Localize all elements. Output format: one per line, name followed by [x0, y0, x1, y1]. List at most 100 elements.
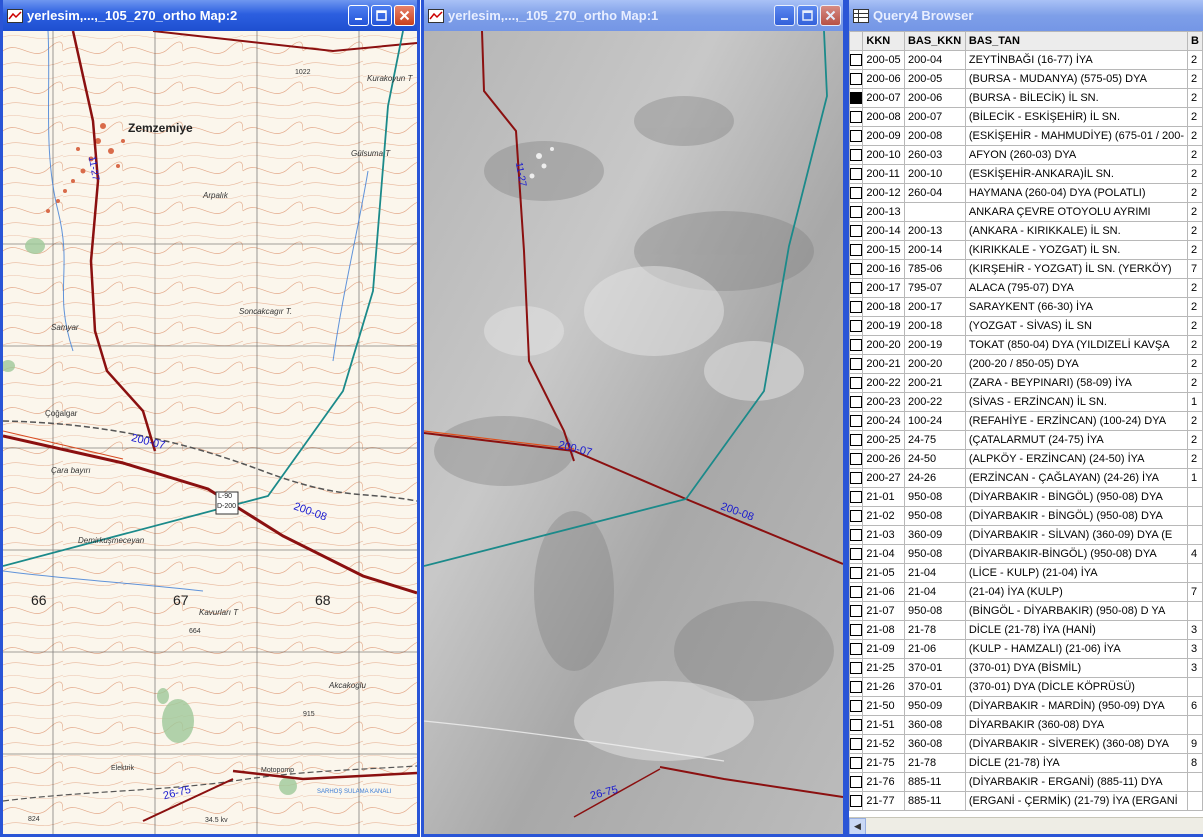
table-row[interactable]: 200-12 260-04 HAYMANA (260-04) DYA (POLATL…	[849, 183, 1203, 203]
row-selector[interactable]	[849, 392, 864, 412]
table-row[interactable]: 21-07 950-08 (BİNGÖL - DİYARBAKIR) (950-08…	[849, 601, 1203, 621]
row-checkbox[interactable]	[850, 453, 862, 466]
row-selector[interactable]	[849, 316, 864, 336]
row-checkbox[interactable]	[850, 73, 862, 86]
row-checkbox[interactable]	[850, 377, 862, 390]
row-checkbox[interactable]	[850, 54, 862, 67]
row-checkbox[interactable]	[850, 757, 862, 770]
table-row[interactable]: 200-18 200-17 SARAYKENT (66-30) İYA 2	[849, 297, 1203, 317]
minimize-button[interactable]	[348, 5, 369, 26]
row-checkbox[interactable]	[850, 320, 862, 333]
row-selector[interactable]	[849, 677, 864, 697]
table-row[interactable]: 200-19 200-18 (YOZGAT - SİVAS) İL SN 2	[849, 316, 1203, 336]
row-selector[interactable]	[849, 639, 864, 659]
table-row[interactable]: 200-13 ANKARA ÇEVRE OTOYOLU AYRIMI 2	[849, 202, 1203, 222]
row-checkbox[interactable]	[850, 795, 862, 808]
table-row[interactable]: 200-23 200-22 (SİVAS - ERZİNCAN) İL SN. 1	[849, 392, 1203, 412]
row-selector[interactable]	[849, 354, 864, 374]
table-row[interactable]: 200-09 200-08 (ESKİŞEHİR - MAHMUDİYE) (675…	[849, 126, 1203, 146]
table-row[interactable]: 21-03 360-09 (DİYARBAKIR - SİLVAN) (360-09…	[849, 525, 1203, 545]
maximize-button[interactable]	[797, 5, 818, 26]
map1-titlebar[interactable]: yerlesim,...,_105_270_ortho Map:1	[424, 0, 843, 31]
row-selector[interactable]	[849, 525, 864, 545]
row-checkbox[interactable]	[850, 510, 862, 523]
table-row[interactable]: 200-26 24-50 (ALPKÖY - ERZİNCAN) (24-50) İ…	[849, 449, 1203, 469]
map1-window[interactable]: yerlesim,...,_105_270_ortho Map:1 11-27 …	[421, 0, 846, 837]
close-button[interactable]	[820, 5, 841, 26]
browser-titlebar[interactable]: Query4 Browser	[849, 0, 1203, 31]
table-row[interactable]: 21-09 21-06 (KULP - HAMZALI) (21-06) İYA 3	[849, 639, 1203, 659]
query-browser-window[interactable]: Query4 Browser KKN BAS_KKN BAS_TAN B 200…	[846, 0, 1203, 837]
row-selector[interactable]	[849, 297, 864, 317]
horizontal-scrollbar[interactable]: ◀	[849, 817, 1203, 834]
row-checkbox[interactable]	[850, 681, 862, 694]
row-checkbox[interactable]	[850, 662, 862, 675]
row-checkbox[interactable]	[850, 643, 862, 656]
minimize-button[interactable]	[774, 5, 795, 26]
row-selector[interactable]	[849, 658, 864, 678]
row-checkbox[interactable]	[850, 700, 862, 713]
row-checkbox[interactable]	[850, 149, 862, 162]
row-selector[interactable]	[849, 506, 864, 526]
row-checkbox[interactable]	[850, 263, 862, 276]
row-checkbox[interactable]	[850, 719, 862, 732]
row-selector[interactable]	[849, 202, 864, 222]
row-selector[interactable]	[849, 221, 864, 241]
row-checkbox[interactable]	[850, 92, 862, 105]
table-row[interactable]: 200-05 200-04 ZEYTİNBAĞI (16-77) İYA 2	[849, 50, 1203, 70]
row-selector[interactable]	[849, 164, 864, 184]
row-selector[interactable]	[849, 88, 864, 108]
row-selector[interactable]	[849, 430, 864, 450]
table-row[interactable]: 200-27 24-26 (ERZİNCAN - ÇAĞLAYAN) (24-26)…	[849, 468, 1203, 488]
row-selector[interactable]	[849, 715, 864, 735]
table-row[interactable]: 21-51 360-08 DİYARBAKIR (360-08) DYA	[849, 715, 1203, 735]
row-selector[interactable]	[849, 487, 864, 507]
row-checkbox[interactable]	[850, 339, 862, 352]
row-selector[interactable]	[849, 696, 864, 716]
row-checkbox[interactable]	[850, 225, 862, 238]
row-checkbox[interactable]	[850, 491, 862, 504]
row-checkbox[interactable]	[850, 567, 862, 580]
row-selector[interactable]	[849, 183, 864, 203]
row-checkbox[interactable]	[850, 301, 862, 314]
table-row[interactable]: 200-25 24-75 (ÇATALARMUT (24-75) İYA 2	[849, 430, 1203, 450]
row-checkbox[interactable]	[850, 548, 862, 561]
table-row[interactable]: 21-25 370-01 (370-01) DYA (BİSMİL) 3	[849, 658, 1203, 678]
row-selector[interactable]	[849, 753, 864, 773]
row-checkbox[interactable]	[850, 605, 862, 618]
row-selector[interactable]	[849, 772, 864, 792]
row-selector[interactable]	[849, 69, 864, 89]
table-row[interactable]: 200-22 200-21 (ZARA - BEYPINARI) (58-09) İ…	[849, 373, 1203, 393]
table-row[interactable]: 21-77 885-11 (ERGANİ - ÇERMİK) (21-79) İYA…	[849, 791, 1203, 811]
row-selector[interactable]	[849, 145, 864, 165]
table-row[interactable]: 21-06 21-04 (21-04) İYA (KULP) 7	[849, 582, 1203, 602]
row-checkbox[interactable]	[850, 358, 862, 371]
row-checkbox[interactable]	[850, 434, 862, 447]
table-row[interactable]: 21-08 21-78 DİCLE (21-78) İYA (HANİ) 3	[849, 620, 1203, 640]
row-selector[interactable]	[849, 582, 864, 602]
row-checkbox[interactable]	[850, 472, 862, 485]
table-row[interactable]: 21-75 21-78 DİCLE (21-78) İYA 8	[849, 753, 1203, 773]
table-row[interactable]: 200-15 200-14 (KIRIKKALE - YOZGAT) İL SN. 2	[849, 240, 1203, 260]
table-row[interactable]: 21-05 21-04 (LİCE - KULP) (21-04) İYA	[849, 563, 1203, 583]
row-selector[interactable]	[849, 411, 864, 431]
row-checkbox[interactable]	[850, 130, 862, 143]
row-selector[interactable]	[849, 620, 864, 640]
table-row[interactable]: 200-06 200-05 (BURSA - MUDANYA) (575-05) D…	[849, 69, 1203, 89]
row-selector[interactable]	[849, 468, 864, 488]
table-row[interactable]: 21-52 360-08 (DİYARBAKIR - SİVEREK) (360-0…	[849, 734, 1203, 754]
row-checkbox[interactable]	[850, 206, 862, 219]
row-checkbox[interactable]	[850, 244, 862, 257]
map2-window[interactable]: yerlesim,...,_105_270_ortho Map:2 Zemzem…	[0, 0, 420, 837]
table-row[interactable]: 21-01 950-08 (DİYARBAKIR - BİNGÖL) (950-08…	[849, 487, 1203, 507]
row-selector[interactable]	[849, 126, 864, 146]
table-row[interactable]: 200-08 200-07 (BİLECİK - ESKİŞEHİR) İL SN.…	[849, 107, 1203, 127]
table-row[interactable]: 200-24 100-24 (REFAHİYE - ERZİNCAN) (100-2…	[849, 411, 1203, 431]
row-selector[interactable]	[849, 335, 864, 355]
table-row[interactable]: 21-76 885-11 (DİYARBAKIR - ERGANİ) (885-11…	[849, 772, 1203, 792]
row-checkbox[interactable]	[850, 396, 862, 409]
row-selector[interactable]	[849, 544, 864, 564]
row-checkbox[interactable]	[850, 111, 862, 124]
row-selector[interactable]	[849, 50, 864, 70]
row-selector[interactable]	[849, 601, 864, 621]
